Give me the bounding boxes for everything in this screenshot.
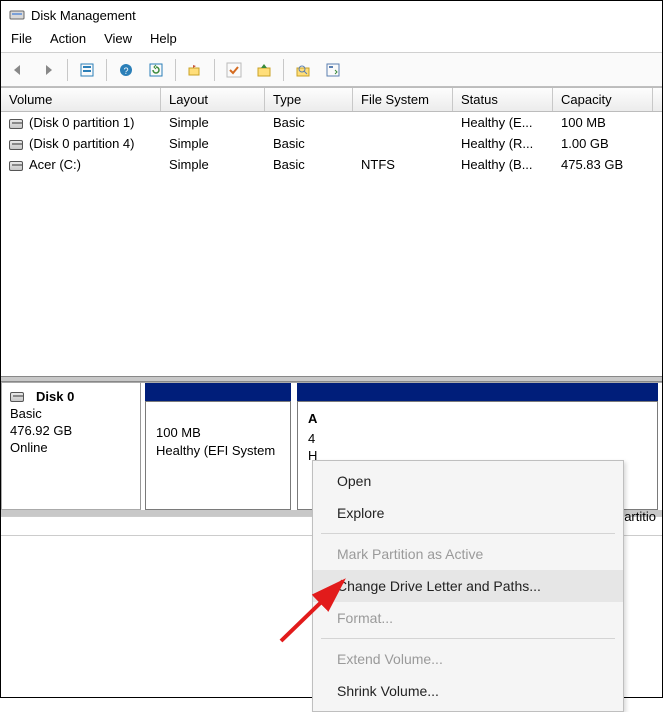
col-type[interactable]: Type — [265, 88, 353, 111]
volume-capacity: 1.00 GB — [553, 135, 653, 152]
volume-list[interactable]: (Disk 0 partition 1) Simple Basic Health… — [1, 112, 662, 376]
volume-fs — [353, 122, 453, 124]
menu-action[interactable]: Action — [50, 31, 86, 46]
volume-fs — [353, 143, 453, 145]
settings-list-icon[interactable] — [76, 59, 98, 81]
col-volume[interactable]: Volume — [1, 88, 161, 111]
partition-efi[interactable]: 100 MB Healthy (EFI System — [145, 383, 291, 510]
menu-format: Format... — [313, 602, 623, 634]
volume-status: Healthy (R... — [453, 135, 553, 152]
volume-layout: Simple — [161, 114, 265, 131]
help-icon[interactable]: ? — [115, 59, 137, 81]
volume-name: (Disk 0 partition 4) — [29, 136, 134, 151]
col-layout[interactable]: Layout — [161, 88, 265, 111]
volume-name: Acer (C:) — [29, 157, 81, 172]
menu-change-drive-letter[interactable]: Change Drive Letter and Paths... — [313, 570, 623, 602]
col-filesystem[interactable]: File System — [353, 88, 453, 111]
app-icon — [9, 7, 25, 23]
menu-mark-active: Mark Partition as Active — [313, 538, 623, 570]
volume-type: Basic — [265, 114, 353, 131]
menu-extend: Extend Volume... — [313, 643, 623, 675]
menu-bar: File Action View Help — [1, 27, 662, 53]
menu-explore[interactable]: Explore — [313, 497, 623, 529]
drive-icon — [9, 140, 23, 150]
window-title: Disk Management — [31, 8, 136, 23]
title-bar: Disk Management — [1, 1, 662, 27]
disk-size: 476.92 GB — [10, 423, 132, 438]
volume-status: Healthy (E... — [453, 114, 553, 131]
menu-file[interactable]: File — [11, 31, 32, 46]
volume-fs: NTFS — [353, 156, 453, 173]
menu-help[interactable]: Help — [150, 31, 177, 46]
volume-layout: Simple — [161, 135, 265, 152]
toolbar: ? — [1, 53, 662, 87]
action-flag-icon[interactable] — [184, 59, 206, 81]
disk-label[interactable]: Disk 0 Basic 476.92 GB Online — [1, 382, 141, 510]
refresh-icon[interactable] — [145, 59, 167, 81]
menu-open[interactable]: Open — [313, 465, 623, 497]
disk-name: Disk 0 — [36, 389, 74, 404]
volume-capacity: 100 MB — [553, 114, 653, 131]
col-capacity[interactable]: Capacity — [553, 88, 653, 111]
partition-letter: A — [308, 410, 322, 428]
disk-icon — [10, 392, 24, 402]
partition-status: Healthy (EFI System — [156, 442, 280, 460]
check-icon[interactable] — [223, 59, 245, 81]
col-status[interactable]: Status — [453, 88, 553, 111]
svg-text:?: ? — [123, 66, 128, 76]
up-folder-icon[interactable] — [253, 59, 275, 81]
drive-icon — [9, 161, 23, 171]
volume-row[interactable]: Acer (C:) Simple Basic NTFS Healthy (B..… — [1, 154, 662, 175]
volume-type: Basic — [265, 135, 353, 152]
search-folder-icon[interactable] — [292, 59, 314, 81]
volume-layout: Simple — [161, 156, 265, 173]
volume-row[interactable]: (Disk 0 partition 1) Simple Basic Health… — [1, 112, 662, 133]
properties-icon[interactable] — [322, 59, 344, 81]
menu-shrink[interactable]: Shrink Volume... — [313, 675, 623, 707]
disk-type: Basic — [10, 406, 132, 421]
volume-capacity: 475.83 GB — [553, 156, 653, 173]
volume-row[interactable]: (Disk 0 partition 4) Simple Basic Health… — [1, 133, 662, 154]
partition-size: 100 MB — [156, 424, 280, 442]
menu-view[interactable]: View — [104, 31, 132, 46]
volume-list-header: Volume Layout Type File System Status Ca… — [1, 87, 662, 112]
volume-type: Basic — [265, 156, 353, 173]
context-menu: Open Explore Mark Partition as Active Ch… — [312, 460, 624, 712]
forward-button[interactable] — [37, 59, 59, 81]
drive-icon — [9, 119, 23, 129]
volume-status: Healthy (B... — [453, 156, 553, 173]
back-button[interactable] — [7, 59, 29, 81]
disk-state: Online — [10, 440, 132, 455]
volume-name: (Disk 0 partition 1) — [29, 115, 134, 130]
